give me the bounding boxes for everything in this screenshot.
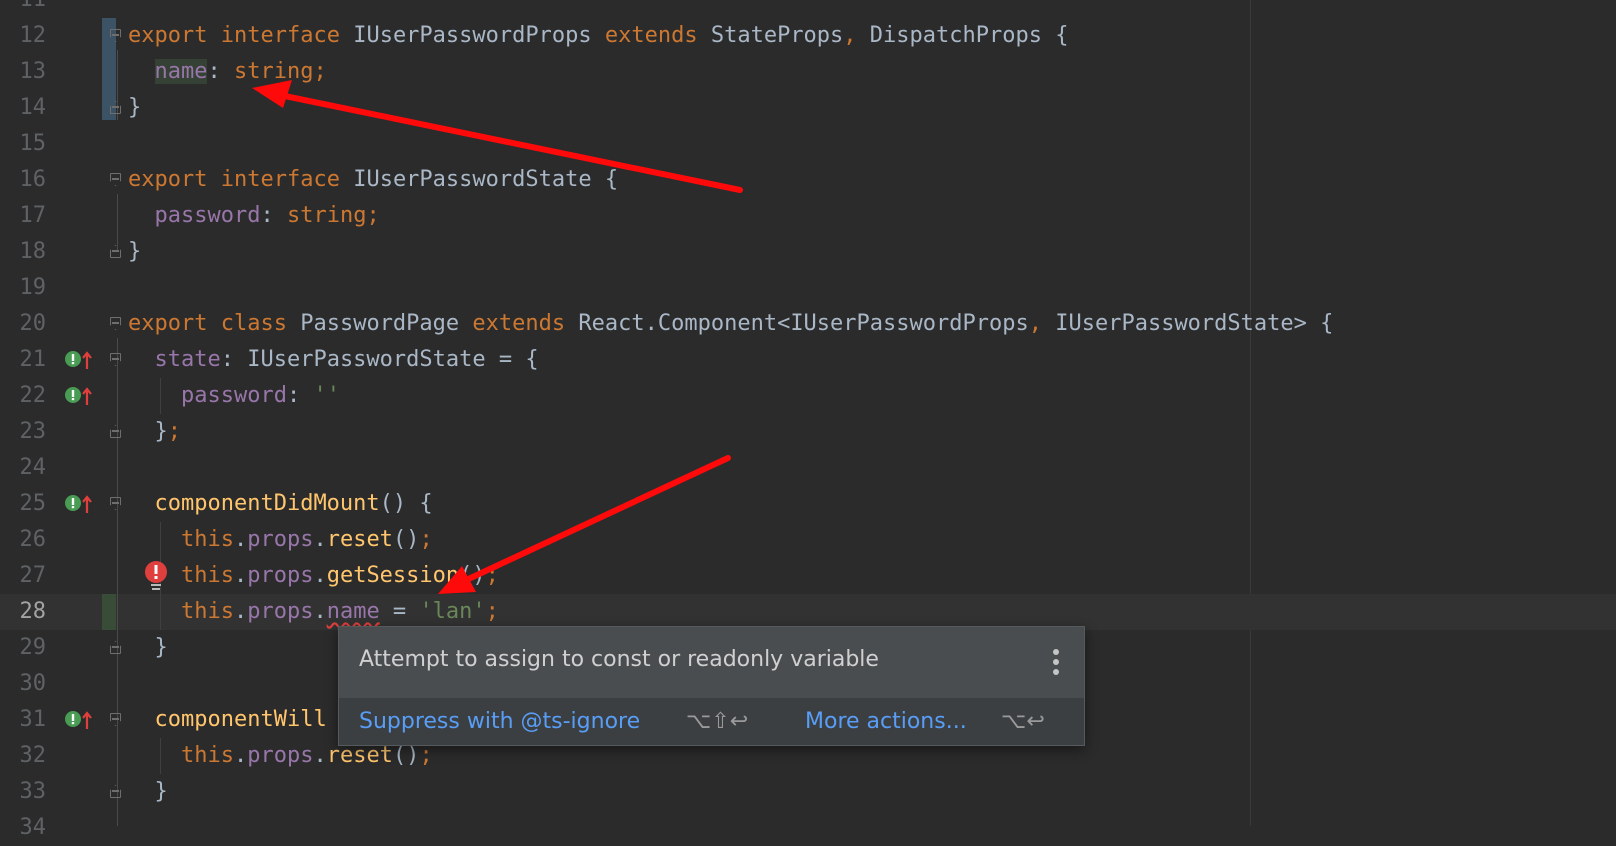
- more-actions-link[interactable]: More actions...: [805, 709, 967, 734]
- more-actions-shortcut: ⌥↩: [1001, 709, 1045, 734]
- code-line[interactable]: 25 componentDidMount() {: [0, 486, 1616, 522]
- code-text: this.props.getSession();: [180, 563, 499, 588]
- suppress-shortcut: ⌥⇧↩: [686, 709, 749, 734]
- line-number: 25: [19, 491, 47, 516]
- line-number: 13: [19, 59, 47, 84]
- code-line[interactable]: 27 this.props.getSession();: [0, 558, 1616, 594]
- code-line[interactable]: 14 }: [0, 90, 1616, 126]
- line-number: 30: [19, 671, 47, 696]
- code-text: this.props.name = 'lan';: [180, 599, 499, 624]
- code-text: state: IUserPasswordState = {: [154, 347, 539, 372]
- popup-header: Attempt to assign to const or readonly v…: [339, 627, 1084, 698]
- code-line[interactable]: 23 };: [0, 414, 1616, 450]
- line-number: 34: [19, 815, 47, 840]
- code-text: componentWill: [154, 707, 327, 732]
- line-number: 28: [19, 599, 47, 624]
- code-text: export class PasswordPage extends React.…: [128, 311, 1334, 336]
- code-line[interactable]: 33 }: [0, 774, 1616, 810]
- line-number: 18: [19, 239, 47, 264]
- line-number: 11: [0, 0, 47, 18]
- vertical-dots-icon[interactable]: [1052, 649, 1060, 677]
- code-line[interactable]: 12 export interface IUserPasswordProps e…: [0, 18, 1616, 54]
- fold-guide: [117, 194, 118, 250]
- indent-guide: [160, 378, 161, 414]
- code-text: export interface IUserPasswordProps exte…: [128, 23, 1069, 48]
- error-message: Attempt to assign to const or readonly v…: [359, 647, 879, 672]
- line-number: 14: [19, 95, 47, 120]
- line-number: 31: [19, 707, 47, 732]
- line-number: 29: [19, 635, 47, 660]
- line-number: 22: [19, 383, 47, 408]
- fold-guide: [117, 338, 118, 826]
- code-line[interactable]: 24: [0, 450, 1616, 486]
- code-text: export interface IUserPasswordState {: [128, 167, 619, 192]
- code-text: password: string;: [154, 203, 380, 228]
- code-line[interactable]: 34: [0, 810, 1616, 846]
- line-number: 27: [19, 563, 47, 588]
- line-number: 21: [19, 347, 47, 372]
- suppress-ts-ignore-link[interactable]: Suppress with @ts-ignore: [359, 709, 640, 734]
- implements-up-arrow-icon[interactable]: [64, 710, 96, 730]
- line-number: 24: [19, 455, 47, 480]
- error-popup: Attempt to assign to const or readonly v…: [338, 626, 1085, 746]
- line-number: 23: [19, 419, 47, 444]
- error-bulb-icon[interactable]: [144, 561, 168, 591]
- error-token: name: [326, 599, 380, 624]
- line-number: 33: [19, 779, 47, 804]
- code-line[interactable]: 13 name: string;: [0, 54, 1616, 90]
- code-text: componentDidMount() {: [154, 491, 433, 516]
- change-marker-added[interactable]: [102, 594, 116, 630]
- code-line-current[interactable]: 28 this.props.name = 'lan';: [0, 594, 1616, 630]
- line-number: 20: [19, 311, 47, 336]
- line-number: 15: [19, 131, 47, 156]
- code-text: }: [128, 239, 142, 264]
- code-text: };: [154, 419, 182, 444]
- code-line[interactable]: 18 }: [0, 234, 1616, 270]
- code-line[interactable]: 17 password: string;: [0, 198, 1616, 234]
- code-text: this.props.reset();: [180, 527, 433, 552]
- implements-up-arrow-icon[interactable]: [64, 386, 96, 406]
- indent-guide: [160, 738, 161, 774]
- code-text: }: [154, 779, 168, 804]
- line-number: 16: [19, 167, 47, 192]
- code-text: name: string;: [154, 59, 327, 84]
- code-line[interactable]: 21 state: IUserPasswordState = {: [0, 342, 1616, 378]
- code-line[interactable]: 16 export interface IUserPasswordState {: [0, 162, 1616, 198]
- code-text: }: [154, 635, 168, 660]
- line-number: 19: [19, 275, 47, 300]
- code-line[interactable]: 26 this.props.reset();: [0, 522, 1616, 558]
- implements-up-arrow-icon[interactable]: [64, 494, 96, 514]
- code-line[interactable]: 19: [0, 270, 1616, 306]
- line-number: 12: [19, 23, 47, 48]
- code-line[interactable]: 11: [0, 0, 1616, 18]
- code-line[interactable]: 15: [0, 126, 1616, 162]
- line-number: 17: [19, 203, 47, 228]
- line-number: 26: [19, 527, 47, 552]
- implements-up-arrow-icon[interactable]: [64, 350, 96, 370]
- line-number: 32: [19, 743, 47, 768]
- code-line[interactable]: 20 export class PasswordPage extends Rea…: [0, 306, 1616, 342]
- code-text: }: [128, 95, 142, 120]
- code-line[interactable]: 22 password: '': [0, 378, 1616, 414]
